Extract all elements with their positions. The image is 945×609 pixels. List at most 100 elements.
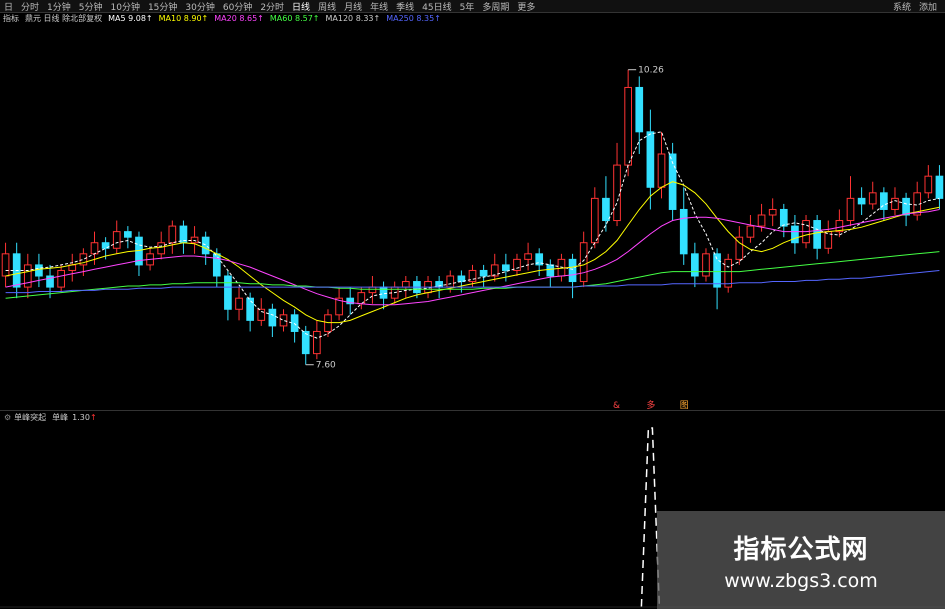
candle-up — [235, 297, 243, 310]
candle-down — [301, 330, 310, 355]
candle-up — [513, 258, 521, 271]
candle-up — [757, 214, 766, 227]
candle-up — [168, 225, 177, 244]
sub-gear-icon[interactable]: ⚙ — [4, 413, 11, 422]
period-tab-3[interactable]: 5分钟 — [75, 0, 107, 13]
candle-down — [479, 269, 488, 277]
candle-up — [746, 225, 755, 238]
candlestick-chart[interactable]: 10.26 7.60 & 多 图 — [0, 24, 945, 410]
candle-up — [1, 253, 10, 277]
toolbar-right-button-1[interactable]: 添加 — [915, 0, 941, 13]
toolbar-right: 系统 添加 — [889, 0, 941, 13]
period-tab-13[interactable]: 季线 — [392, 0, 418, 13]
candle-down — [791, 225, 799, 244]
watermark: 指标公式网 www.zbgs3.com — [657, 511, 945, 609]
period-tab-15[interactable]: 5年 — [456, 0, 479, 13]
candle-up — [590, 197, 599, 244]
info-item-2: MA5 9.08↑ — [108, 14, 153, 23]
period-tab-2[interactable]: 1分钟 — [43, 0, 75, 13]
period-tab-5[interactable]: 15分钟 — [144, 0, 181, 13]
candle-down — [201, 236, 210, 255]
candle-up — [190, 236, 199, 244]
panel-divider — [0, 410, 945, 411]
line-ma5 — [5, 131, 940, 339]
candle-up — [768, 208, 777, 216]
candle-up — [846, 197, 855, 222]
info-item-0: 指标 — [3, 14, 19, 23]
candle-up — [657, 153, 666, 188]
candle-up — [579, 242, 588, 283]
candle-down — [268, 308, 277, 327]
period-tab-17[interactable]: 更多 — [513, 0, 539, 13]
period-tab-7[interactable]: 60分钟 — [219, 0, 256, 13]
candle-up — [891, 197, 899, 210]
watermark-title: 指标公式网 — [733, 534, 869, 565]
toolbar-right-button-0[interactable]: 系统 — [889, 0, 915, 13]
info-item-4: MA20 8.65↑ — [214, 14, 264, 23]
sub-indicator-value: 1.30 — [72, 413, 90, 422]
info-item-6: MA120 8.33↑ — [325, 14, 381, 23]
watermark-url: www.zbgs3.com — [724, 569, 878, 592]
period-tab-8[interactable]: 2分时 — [256, 0, 288, 13]
candle-up — [868, 192, 877, 205]
candle-down — [813, 220, 821, 249]
candle-up — [90, 242, 99, 255]
candle-down — [502, 264, 510, 271]
candle-down — [935, 175, 944, 199]
candle-up — [157, 242, 166, 255]
candle-up — [324, 314, 332, 332]
candle-down — [902, 197, 910, 216]
candle-up — [702, 253, 710, 277]
line-ma10 — [5, 181, 940, 324]
signal-marker: & — [613, 401, 620, 410]
candle-down — [35, 264, 43, 277]
period-tab-1[interactable]: 分时 — [17, 0, 43, 13]
period-tab-4[interactable]: 10分钟 — [107, 0, 144, 13]
candle-down — [290, 314, 299, 332]
candle-down — [546, 264, 555, 277]
ma-info-bar: 指标 鼎元 日线 除北部复权 MA5 9.08↑ MA10 8.90↑ MA20 8.6… — [0, 13, 945, 24]
info-item-5: MA60 8.57↑ — [269, 14, 320, 23]
period-tab-9[interactable]: 日线 — [288, 0, 314, 13]
period-tab-10[interactable]: 周线 — [314, 0, 340, 13]
candle-up — [23, 264, 32, 288]
candle-up — [112, 231, 121, 249]
period-tab-6[interactable]: 30分钟 — [181, 0, 218, 13]
info-item-1: 鼎元 日线 除北部复权 — [25, 14, 103, 23]
candle-up — [490, 264, 499, 277]
candle-down — [568, 258, 577, 283]
info-item-7: MA250 8.35↑ — [386, 14, 441, 23]
candle-down — [635, 86, 644, 133]
candle-down — [691, 253, 699, 277]
period-tab-12[interactable]: 年线 — [366, 0, 392, 13]
candle-up — [624, 86, 632, 166]
signal-marker: 图 — [680, 400, 689, 410]
candle-up — [724, 258, 733, 288]
candle-down — [779, 208, 788, 227]
up-arrow-icon: ↑ — [89, 413, 97, 422]
candle-down — [224, 275, 232, 310]
info-item-3: MA10 8.90↑ — [158, 14, 209, 23]
period-tab-0[interactable]: 日 — [0, 0, 17, 13]
high-label: 10.26 — [638, 66, 664, 76]
candle-down — [379, 286, 388, 299]
period-tab-11[interactable]: 月线 — [340, 0, 366, 13]
candle-down — [602, 197, 610, 222]
candle-up — [313, 330, 321, 355]
period-tab-16[interactable]: 多周期 — [478, 0, 513, 13]
candle-down — [124, 231, 132, 238]
candle-down — [857, 197, 866, 205]
candle-up — [524, 253, 532, 260]
candle-up — [257, 308, 266, 321]
low-label: 7.60 — [316, 361, 336, 371]
candle-up — [368, 286, 377, 294]
candle-up — [613, 164, 621, 222]
period-tab-14[interactable]: 45日线 — [418, 0, 455, 13]
candle-up — [924, 175, 933, 194]
candle-down — [212, 253, 221, 277]
period-toolbar: 日分时 1分钟 5分钟 10分钟 15分钟 30分钟 60分钟 2分时 日线 周线 月线 年线 季线 45… — [0, 0, 945, 13]
candle-down — [646, 131, 655, 188]
candle-up — [446, 275, 455, 288]
candle-up — [57, 269, 65, 288]
candle-down — [246, 297, 254, 321]
